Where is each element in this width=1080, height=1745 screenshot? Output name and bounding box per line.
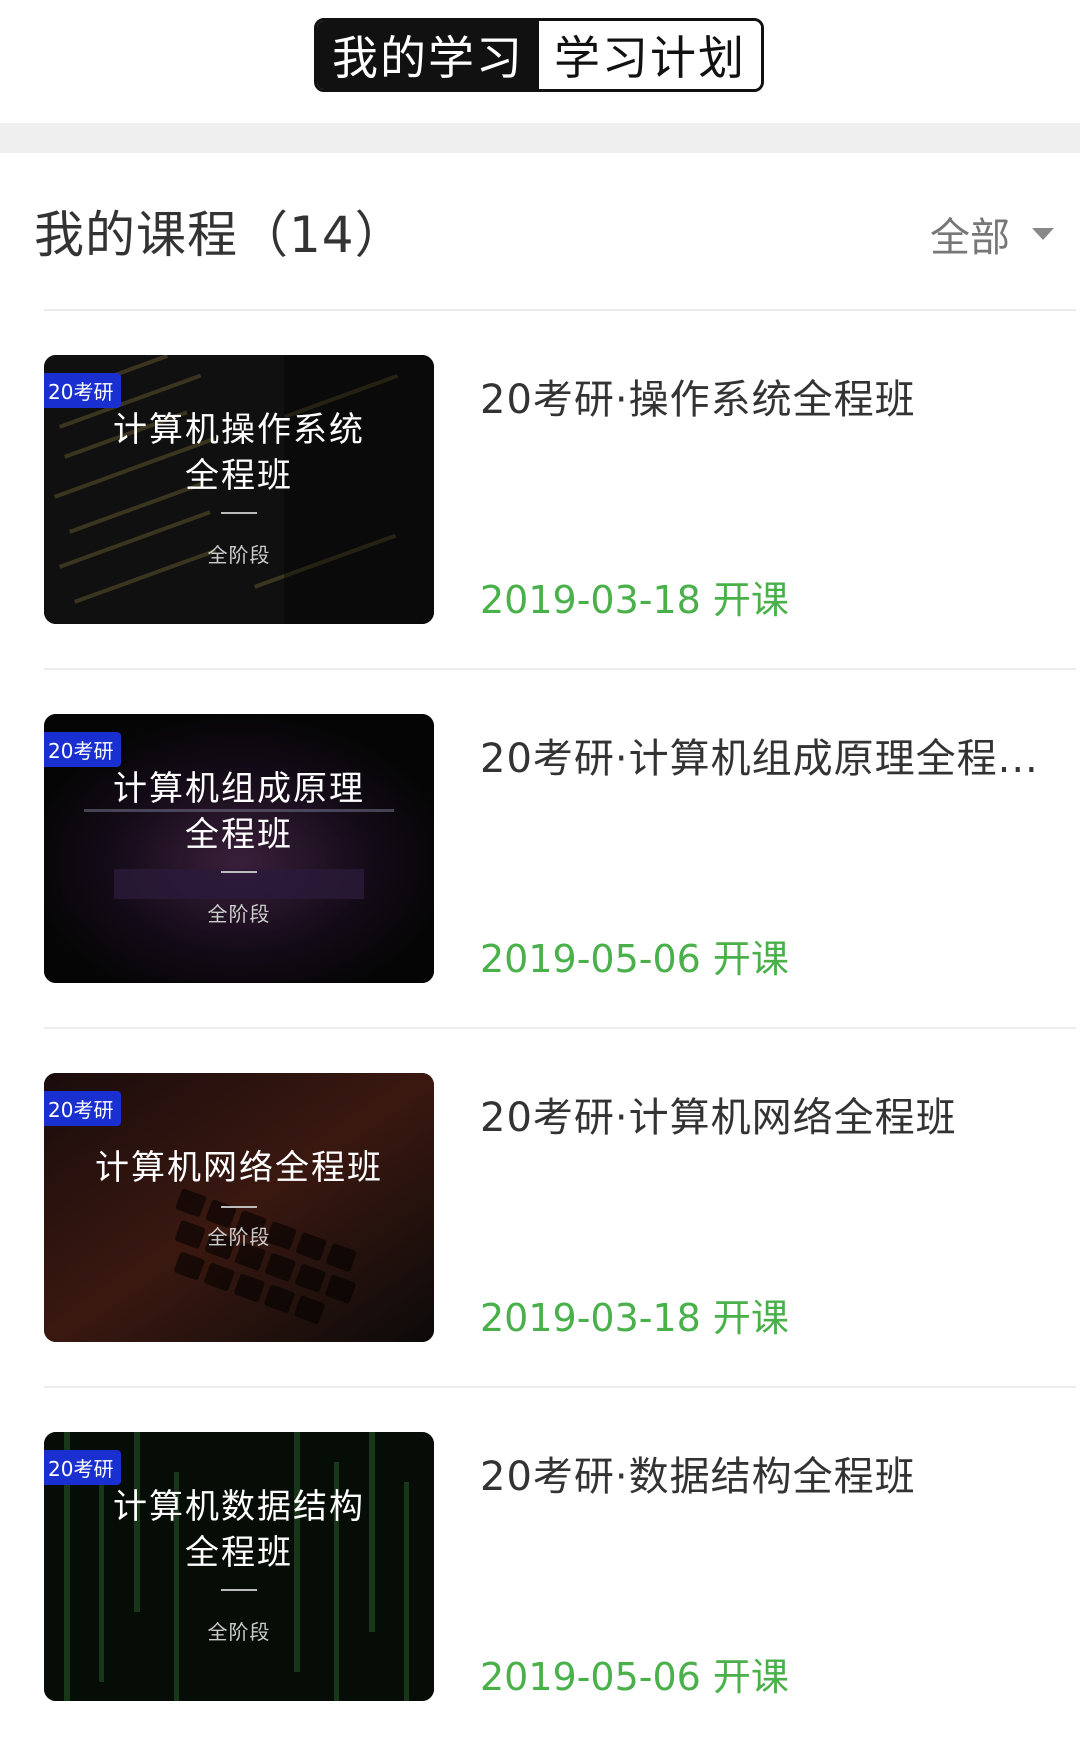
course-item[interactable]: 20考研 计算机数据结构 全程班 全阶段 20考研·数据结构全程班 2019-0… bbox=[0, 1388, 1080, 1745]
section-separator bbox=[0, 123, 1080, 153]
segmented-control: 我的学习 学习计划 bbox=[314, 18, 764, 92]
thumbnail-subtitle: 全阶段 bbox=[207, 902, 271, 926]
course-item[interactable]: 20考研 计算机操作系统 全程班 全阶段 20考研·操作系统全程班 2019-0… bbox=[0, 311, 1080, 668]
course-item[interactable]: 20考研 计算机网络全程班 全阶段 20考研·计算机网络全程班 2019-03-… bbox=[0, 1029, 1080, 1386]
thumbnail-title: 计算机组成原理 全程班 bbox=[113, 769, 365, 855]
course-tag: 20考研 bbox=[44, 732, 122, 767]
thumbnail-rule bbox=[221, 1206, 257, 1208]
course-item[interactable]: 20考研 计算机组成原理 全程班 全阶段 20考研·计算机组成原理全程... 2… bbox=[0, 670, 1080, 1027]
top-bar: 我的学习 学习计划 bbox=[0, 0, 1080, 123]
thumbnail-rule bbox=[221, 512, 257, 514]
course-tag: 20考研 bbox=[44, 1091, 122, 1126]
tab-study-plan[interactable]: 学习计划 bbox=[539, 21, 761, 89]
course-thumbnail[interactable]: 20考研 计算机组成原理 全程班 全阶段 bbox=[44, 714, 434, 983]
course-tag: 20考研 bbox=[44, 1450, 122, 1485]
thumbnail-subtitle: 全阶段 bbox=[207, 1620, 271, 1644]
caret-down-icon bbox=[1032, 228, 1054, 240]
course-title[interactable]: 20考研·操作系统全程班 bbox=[480, 367, 1050, 425]
thumbnail-title: 计算机操作系统 全程班 bbox=[113, 410, 365, 496]
thumbnail-title: 计算机网络全程班 bbox=[95, 1148, 383, 1188]
course-start-date: 2019-03-18 开课 bbox=[480, 578, 789, 622]
course-start-date: 2019-05-06 开课 bbox=[480, 937, 789, 981]
course-start-date: 2019-03-18 开课 bbox=[480, 1296, 789, 1340]
filter-label: 全部 bbox=[930, 215, 1010, 261]
course-thumbnail[interactable]: 20考研 计算机数据结构 全程班 全阶段 bbox=[44, 1432, 434, 1701]
thumbnail-rule bbox=[221, 1589, 257, 1591]
courses-header: 我的课程（14） 全部 bbox=[0, 153, 1080, 309]
course-title[interactable]: 20考研·数据结构全程班 bbox=[480, 1444, 1050, 1502]
course-title[interactable]: 20考研·计算机组成原理全程... bbox=[480, 726, 1050, 784]
course-thumbnail[interactable]: 20考研 计算机网络全程班 全阶段 bbox=[44, 1073, 434, 1342]
page-title: 我的课程（14） bbox=[34, 206, 406, 264]
thumbnail-title: 计算机数据结构 全程班 bbox=[113, 1487, 365, 1573]
thumbnail-subtitle: 全阶段 bbox=[207, 543, 271, 567]
thumbnail-subtitle: 全阶段 bbox=[207, 1225, 271, 1249]
course-tag: 20考研 bbox=[44, 373, 122, 408]
course-start-date: 2019-05-06 开课 bbox=[480, 1655, 789, 1699]
course-title[interactable]: 20考研·计算机网络全程班 bbox=[480, 1085, 1050, 1143]
tab-my-learning[interactable]: 我的学习 bbox=[317, 21, 539, 89]
filter-dropdown[interactable]: 全部 bbox=[930, 205, 1054, 263]
course-thumbnail[interactable]: 20考研 计算机操作系统 全程班 全阶段 bbox=[44, 355, 434, 624]
thumbnail-rule bbox=[221, 871, 257, 873]
